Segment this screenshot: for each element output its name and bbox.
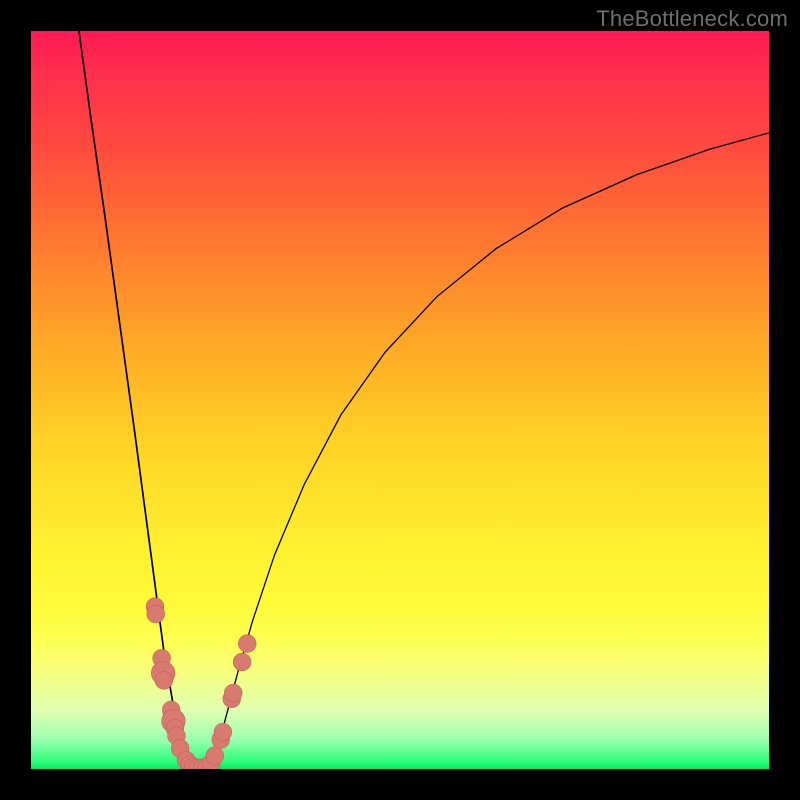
data-marker — [233, 653, 251, 671]
marker-group — [146, 598, 256, 769]
data-marker — [214, 723, 232, 741]
watermark-text: TheBottleneck.com — [596, 6, 788, 32]
data-marker — [155, 672, 173, 690]
chart-svg — [31, 31, 769, 769]
data-marker — [147, 605, 165, 623]
curve-right — [211, 133, 769, 769]
curve-left — [79, 31, 191, 769]
data-marker — [206, 747, 224, 765]
chart-plot-area — [31, 31, 769, 769]
data-marker — [238, 635, 256, 653]
chart-frame: TheBottleneck.com — [0, 0, 800, 800]
data-marker — [224, 684, 242, 702]
